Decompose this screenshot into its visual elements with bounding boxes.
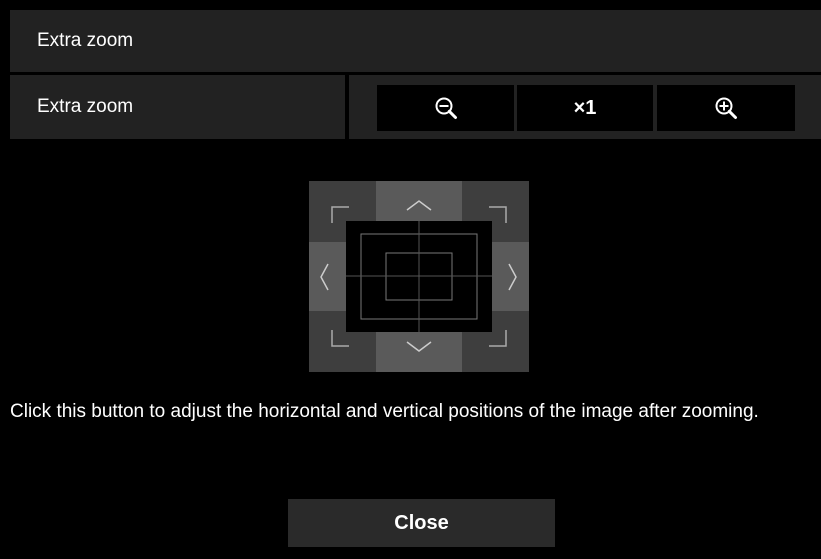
extra-zoom-dialog: Extra zoom Extra zoom ×1 Click this butt… bbox=[10, 10, 821, 559]
pad-center-viewport bbox=[346, 221, 492, 332]
zoom-out-button[interactable] bbox=[377, 85, 514, 131]
zoom-controls: ×1 bbox=[349, 75, 821, 139]
magnification-button[interactable]: ×1 bbox=[517, 85, 653, 131]
close-button[interactable]: Close bbox=[288, 499, 555, 547]
position-adjust-pad bbox=[309, 181, 529, 372]
zoom-frame-graphic bbox=[346, 221, 492, 332]
dialog-title: Extra zoom bbox=[10, 10, 821, 72]
extra-zoom-label: Extra zoom bbox=[10, 75, 345, 139]
description-text: Click this button to adjust the horizont… bbox=[10, 401, 759, 422]
zoom-in-icon bbox=[715, 97, 737, 119]
zoom-out-icon bbox=[435, 97, 457, 119]
magnification-value: ×1 bbox=[573, 96, 597, 119]
zoom-in-button[interactable] bbox=[657, 85, 795, 131]
